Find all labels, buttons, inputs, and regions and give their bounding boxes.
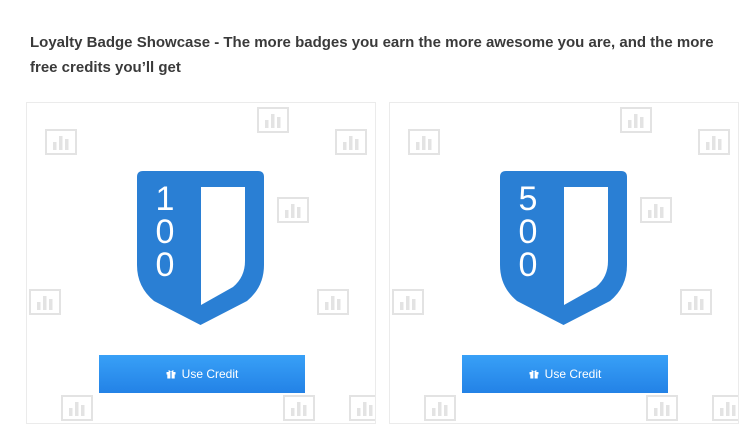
gift-icon — [529, 370, 539, 379]
badge-digit: 0 — [155, 213, 175, 251]
bar-chart-icon — [61, 395, 93, 421]
bar-chart-icon — [317, 289, 349, 315]
bar-chart-icon — [392, 289, 424, 315]
bar-chart-icon — [45, 129, 77, 155]
bar-chart-icon — [283, 395, 315, 421]
bar-chart-icon — [29, 289, 61, 315]
badge-number: 5 0 0 — [514, 180, 542, 284]
use-credit-button[interactable]: Use Credit — [462, 355, 668, 393]
badge-digit: 5 — [518, 180, 538, 218]
use-credit-button[interactable]: Use Credit — [99, 355, 305, 393]
use-credit-label: Use Credit — [181, 367, 239, 381]
badge-number: 1 0 0 — [151, 180, 179, 284]
bar-chart-icon — [646, 395, 678, 421]
badge-card-500: 5 0 0 Use Credit — [389, 102, 739, 424]
bar-chart-icon — [277, 197, 309, 223]
badge-card-100: 1 0 0 Use Credit — [26, 102, 376, 424]
bar-chart-icon — [335, 129, 367, 155]
bar-chart-icon — [640, 197, 672, 223]
use-credit-label: Use Credit — [544, 367, 602, 381]
bar-chart-icon — [424, 395, 456, 421]
badge-digit: 0 — [518, 213, 538, 251]
bar-chart-icon — [620, 107, 652, 133]
bar-chart-icon — [349, 395, 375, 421]
bar-chart-icon — [257, 107, 289, 133]
badge-digit: 0 — [518, 246, 538, 284]
gift-icon — [166, 370, 176, 379]
bar-chart-icon — [698, 129, 730, 155]
bar-chart-icon — [680, 289, 712, 315]
badge-digit: 0 — [155, 246, 175, 284]
bar-chart-icon — [712, 395, 738, 421]
page-intro: Loyalty Badge Showcase - The more badges… — [30, 34, 714, 76]
badge-digit: 1 — [155, 180, 175, 218]
bar-chart-icon — [408, 129, 440, 155]
